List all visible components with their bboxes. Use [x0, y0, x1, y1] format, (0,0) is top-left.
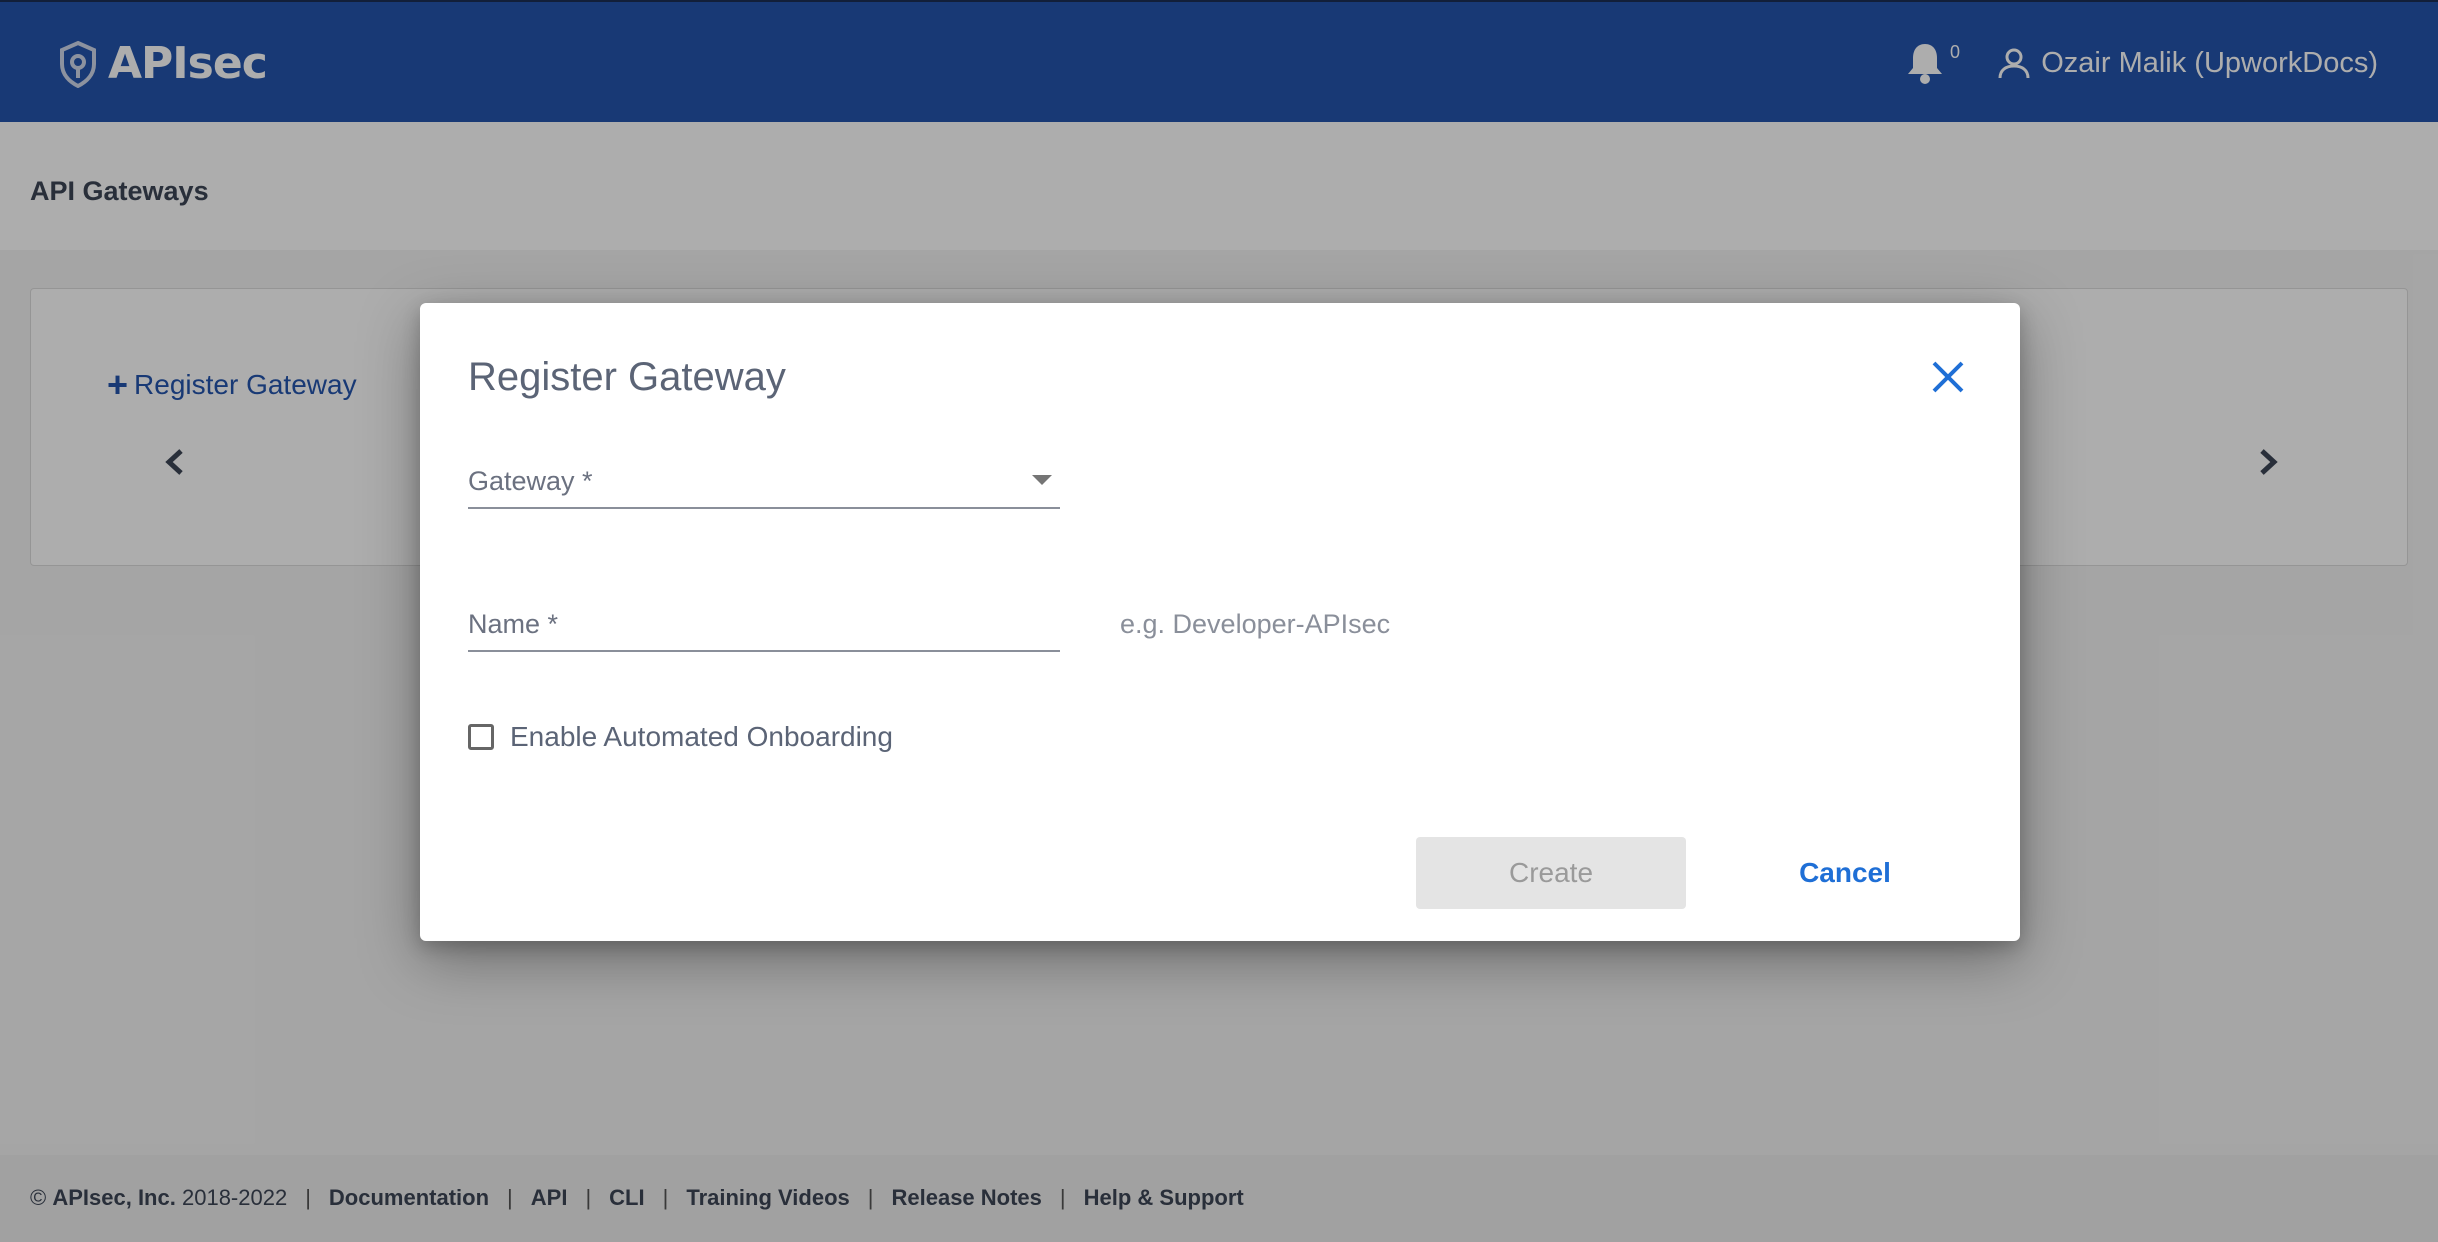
close-icon[interactable] — [1928, 357, 1968, 397]
dialog-title: Register Gateway — [468, 355, 786, 399]
name-input[interactable]: Name * — [468, 596, 1060, 652]
name-hint: e.g. Developer-APIsec — [1120, 609, 1391, 639]
gateway-label: Gateway * — [468, 466, 593, 496]
gateway-select[interactable]: Gateway * — [468, 453, 1060, 509]
automated-onboarding-label: Enable Automated Onboarding — [510, 721, 893, 752]
automated-onboarding-row[interactable]: Enable Automated Onboarding — [468, 721, 893, 753]
name-label: Name * — [468, 609, 559, 639]
create-button[interactable]: Create — [1416, 837, 1686, 909]
cancel-button[interactable]: Cancel — [1770, 837, 1920, 909]
chevron-down-icon — [1032, 475, 1052, 485]
register-gateway-dialog: Register Gateway Gateway * Name * e.g. D… — [420, 303, 2020, 941]
automated-onboarding-checkbox[interactable] — [468, 724, 494, 750]
